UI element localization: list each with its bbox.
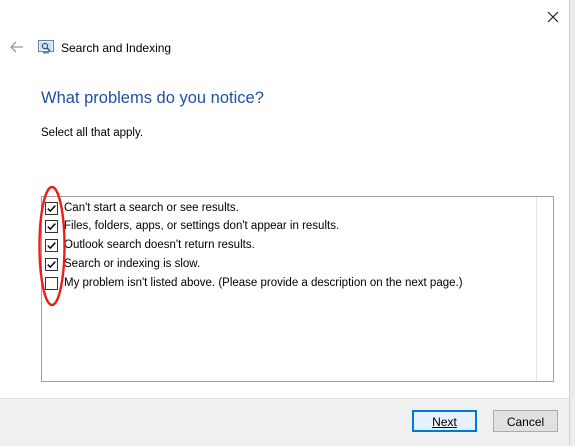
window-edge <box>569 0 575 446</box>
checkbox-cant-start-search[interactable] <box>45 201 58 215</box>
close-icon <box>547 11 559 23</box>
option-outlook-search[interactable]: Outlook search doesn't return results. <box>45 237 255 253</box>
checkmark-icon <box>47 241 56 249</box>
cancel-button[interactable]: Cancel <box>493 410 558 432</box>
back-button[interactable] <box>8 39 26 55</box>
checkmark-icon <box>47 204 56 212</box>
search-indexing-icon <box>38 40 54 54</box>
next-label: Next <box>432 415 457 429</box>
option-not-listed[interactable]: My problem isn't listed above. (Please p… <box>45 275 463 291</box>
checkbox-search-slow[interactable] <box>45 257 58 271</box>
close-button[interactable] <box>540 6 566 28</box>
checkbox-not-listed[interactable] <box>45 276 58 290</box>
checkbox-outlook-search[interactable] <box>45 238 58 252</box>
option-label: My problem isn't listed above. (Please p… <box>64 277 463 289</box>
troubleshooter-window: Search and Indexing What problems do you… <box>0 0 575 446</box>
option-label: Outlook search doesn't return results. <box>64 239 255 251</box>
footer-bar <box>0 398 569 446</box>
list-scrollbar[interactable] <box>536 197 553 381</box>
cancel-label: Cancel <box>506 415 545 429</box>
next-button[interactable]: Next <box>412 410 477 432</box>
option-label: Search or indexing is slow. <box>64 258 201 270</box>
option-search-slow[interactable]: Search or indexing is slow. <box>45 256 200 272</box>
instruction-text: Select all that apply. <box>41 127 144 139</box>
window-title: Search and Indexing <box>61 41 172 55</box>
checkmark-icon <box>47 260 56 268</box>
option-label: Files, folders, apps, or settings don't … <box>64 220 340 232</box>
option-files-dont-appear[interactable]: Files, folders, apps, or settings don't … <box>45 218 339 234</box>
checkbox-files-dont-appear[interactable] <box>45 219 58 233</box>
back-arrow-icon <box>10 41 23 53</box>
page-heading: What problems do you notice? <box>41 89 264 107</box>
option-cant-start-search[interactable]: Can't start a search or see results. <box>45 200 239 216</box>
checkmark-icon <box>47 222 56 230</box>
option-label: Can't start a search or see results. <box>64 202 239 214</box>
